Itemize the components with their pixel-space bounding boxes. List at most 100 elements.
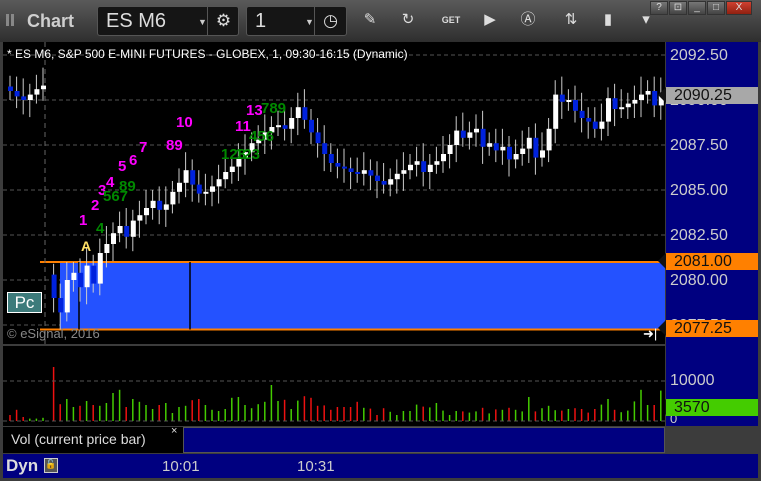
clock-icon[interactable]: ◷ (314, 7, 346, 35)
last-price-tag: 2090.25 (658, 87, 758, 104)
td-count-label: 6 (129, 152, 138, 169)
candle (553, 94, 559, 129)
candle (619, 107, 625, 110)
interval-input[interactable]: 1 (255, 10, 266, 33)
candle (84, 265, 90, 288)
candle (566, 100, 572, 102)
candle (592, 121, 598, 129)
refresh-chart-icon[interactable]: ↻ (398, 10, 418, 30)
td-count-label: 123 (235, 146, 261, 163)
candle (41, 85, 46, 90)
close-study-icon[interactable]: × (171, 425, 177, 437)
pencil-icon[interactable]: ✎ (360, 10, 380, 30)
price-label: 2085.00 (670, 182, 728, 199)
candle (34, 89, 40, 95)
candle (104, 244, 110, 253)
candle (302, 107, 308, 120)
window-title: Chart (27, 11, 75, 31)
candle (460, 130, 466, 138)
get-icon[interactable]: GET (441, 10, 461, 30)
candle (51, 274, 57, 298)
chevron-down-icon[interactable]: ▼ (198, 17, 207, 27)
candle (368, 170, 374, 176)
candle (335, 163, 341, 167)
candle (348, 168, 354, 172)
candle (111, 233, 116, 244)
time-axis[interactable]: Dyn 🔓 10:01 10:31 (3, 454, 758, 478)
candle (375, 175, 380, 181)
range-box (60, 262, 665, 330)
candle (163, 204, 169, 210)
candle (196, 184, 202, 194)
candle (322, 143, 328, 154)
minimize-button[interactable]: _ (688, 1, 706, 15)
candle (78, 272, 83, 288)
volume-current-tag: 3570 (658, 399, 758, 416)
candle (421, 161, 427, 172)
candle (639, 94, 644, 100)
drag-grip-icon[interactable] (6, 14, 9, 26)
candle (559, 94, 565, 102)
chart-description: * ES M6, S&P 500 E-MINI FUTURES - GLOBEX… (7, 47, 408, 61)
candle (447, 145, 453, 154)
candle (223, 172, 229, 180)
candle (441, 154, 446, 162)
interval-selector[interactable]: 1 ▼ ◷ (246, 6, 347, 36)
dyn-mode-label[interactable]: Dyn (6, 456, 38, 476)
price-label: 2082.50 (670, 227, 728, 244)
candle (282, 125, 288, 129)
candle (546, 128, 552, 151)
candle (170, 191, 176, 205)
scroll-to-end-icon[interactable]: ➜| (643, 326, 657, 342)
maximize-button[interactable]: □ (707, 1, 725, 15)
td-count-label: 89 (119, 178, 136, 195)
symbol-selector[interactable]: ES M6 ▼ ⚙ (97, 6, 239, 36)
candle (229, 166, 235, 172)
candle (500, 146, 506, 151)
comment-icon[interactable]: ▮ (598, 10, 618, 30)
copyright-text: © eSignal, 2016 (7, 326, 100, 341)
alert-a-icon[interactable]: Ⓐ (518, 10, 538, 30)
candle (289, 118, 295, 129)
candle (210, 186, 215, 192)
td-count-label: 2 (91, 197, 100, 214)
symbol-input[interactable]: ES M6 (106, 10, 166, 33)
candle (117, 226, 123, 234)
price-chart[interactable]: * ES M6, S&P 500 E-MINI FUTURES - GLOBEX… (3, 42, 665, 344)
candle (137, 215, 143, 221)
volume-pane[interactable] (3, 346, 665, 426)
candle (612, 98, 618, 109)
help-button[interactable]: ? (650, 1, 668, 15)
candle (91, 265, 97, 284)
candle (361, 170, 367, 174)
chevron-down-icon[interactable]: ▼ (305, 17, 314, 27)
candle (276, 125, 281, 128)
td-count-label: 5 (118, 158, 127, 175)
candle (414, 161, 420, 165)
lock-icon[interactable]: 🔓 (44, 458, 58, 473)
candle (8, 86, 13, 91)
candle (144, 208, 149, 216)
candle (513, 154, 519, 160)
candle (401, 170, 407, 174)
play-icon[interactable]: ▶ (480, 10, 500, 30)
link-icon[interactable]: ⇅ (561, 10, 581, 30)
candle (14, 91, 20, 97)
drag-grip-icon[interactable] (11, 14, 14, 26)
candle (190, 170, 196, 185)
candle (526, 137, 532, 149)
candle (579, 110, 585, 118)
pc-label[interactable]: Pc (7, 292, 42, 313)
close-button[interactable]: X (726, 1, 752, 15)
candle (381, 181, 387, 185)
settings-gear-icon[interactable]: ⚙ (207, 7, 239, 35)
window-menu-button[interactable]: ⊡ (669, 1, 687, 15)
range-marker-a: A (81, 238, 92, 254)
volume-max-label: 10000 (670, 372, 715, 389)
td-count-label: 89 (166, 137, 183, 154)
candle (64, 280, 70, 313)
candle (625, 103, 631, 108)
price-axis[interactable]: 2092.502090.002087.502085.002082.502080.… (658, 42, 758, 426)
candle (394, 173, 400, 180)
td-count-label: 1 (79, 212, 88, 229)
